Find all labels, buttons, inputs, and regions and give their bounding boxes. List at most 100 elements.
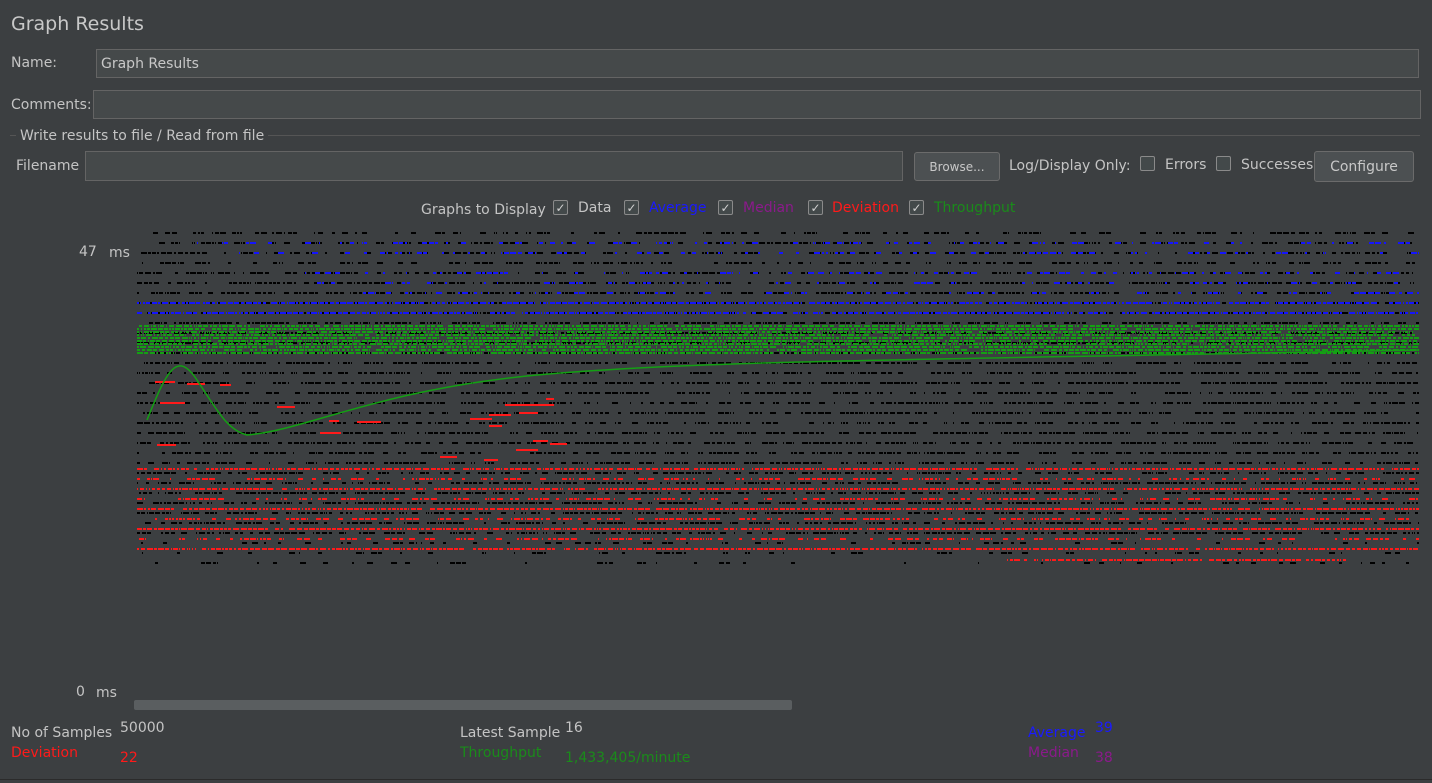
deviation-row — [137, 488, 1419, 490]
log-display-label: Log/Display Only: — [1009, 158, 1131, 174]
throughput-row — [137, 340, 1417, 342]
median-checkbox[interactable]: ✓ — [718, 200, 733, 215]
name-label: Name: — [11, 55, 58, 71]
comments-label: Comments: — [11, 97, 92, 113]
data-row — [137, 472, 1419, 474]
throughput-stat-label: Throughput — [460, 745, 542, 761]
deviation-mark — [546, 398, 554, 400]
check-icon: ✓ — [626, 200, 637, 215]
y-min-unit: ms — [96, 685, 117, 701]
deviation-row — [137, 468, 1419, 470]
data-row — [137, 392, 1419, 394]
average-checkbox[interactable]: ✓ — [624, 200, 639, 215]
bottom-border — [0, 779, 1432, 780]
deviation-mark — [550, 443, 567, 445]
successes-label: Successes — [1241, 157, 1314, 173]
data-option-label: Data — [578, 200, 612, 216]
throughput-row — [137, 334, 1415, 336]
successes-checkbox[interactable] — [1216, 156, 1231, 171]
configure-button[interactable]: Configure — [1314, 151, 1414, 182]
graph-scrollbar[interactable] — [134, 700, 792, 710]
median-stat-value: 38 — [1095, 750, 1113, 766]
y-max-unit: ms — [109, 245, 130, 261]
average-stat-value: 39 — [1095, 720, 1113, 736]
data-row — [137, 502, 1418, 504]
throughput-row — [137, 328, 1419, 330]
y-min-label: 0 — [76, 684, 85, 700]
browse-button[interactable]: Browse... — [914, 152, 1000, 181]
data-row — [137, 462, 1418, 464]
data-row — [142, 552, 1400, 554]
deviation-mark — [470, 418, 492, 420]
data-row — [137, 512, 1418, 514]
throughput-row — [137, 349, 1419, 351]
deviation-mark — [329, 420, 339, 422]
median-option-label: Median — [743, 200, 794, 216]
deviation-mark — [157, 444, 176, 446]
data-row — [153, 232, 1414, 234]
y-max-label: 47 — [79, 244, 97, 260]
samples-value: 50000 — [120, 720, 165, 736]
graphs-to-display-label: Graphs to Display — [421, 202, 546, 218]
average-row — [317, 282, 1398, 284]
data-row — [142, 262, 1415, 264]
errors-checkbox[interactable] — [1140, 156, 1155, 171]
latest-sample-value: 16 — [565, 720, 583, 736]
data-row — [137, 532, 1419, 534]
throughput-stat-value: 1,433,405/minute — [565, 750, 691, 766]
check-icon: ✓ — [810, 200, 821, 215]
deviation-mark — [489, 414, 511, 416]
deviation-mark — [533, 440, 548, 442]
errors-label: Errors — [1165, 157, 1207, 173]
data-row — [137, 452, 1418, 454]
file-group-label: Write results to file / Read from file — [16, 128, 269, 144]
data-row — [155, 562, 1409, 564]
deviation-mark — [320, 432, 341, 434]
throughput-option-label: Throughput — [934, 200, 1016, 216]
data-row — [137, 372, 1418, 374]
average-option-label: Average — [649, 200, 707, 216]
data-row — [137, 402, 1419, 404]
filename-field[interactable] — [85, 151, 903, 181]
window-title: Graph Results — [11, 13, 144, 35]
data-checkbox[interactable]: ✓ — [553, 200, 568, 215]
throughput-row — [139, 325, 1419, 327]
data-row — [141, 542, 1419, 544]
data-row — [137, 292, 1413, 294]
name-field[interactable] — [96, 49, 1419, 78]
throughput-row — [137, 346, 1418, 348]
deviation-mark — [440, 456, 457, 458]
data-row — [137, 482, 1417, 484]
deviation-mark — [531, 404, 554, 406]
deviation-mark — [489, 425, 502, 427]
comments-field[interactable] — [93, 90, 1421, 119]
filename-label: Filename — [16, 158, 80, 174]
throughput-row — [137, 343, 1419, 345]
data-row — [145, 522, 1419, 524]
throughput-checkbox[interactable]: ✓ — [909, 200, 924, 215]
deviation-mark — [357, 421, 381, 423]
deviation-option-label: Deviation — [832, 200, 899, 216]
deviation-stat-value: 22 — [120, 750, 138, 766]
deviation-mark — [220, 384, 231, 386]
deviation-mark — [277, 406, 295, 408]
deviation-mark — [505, 404, 523, 406]
deviation-mark — [519, 412, 538, 414]
data-row — [149, 382, 1418, 384]
data-row — [137, 442, 1413, 444]
data-row — [137, 422, 1419, 424]
deviation-mark — [516, 449, 538, 451]
deviation-mark — [484, 459, 498, 461]
data-row — [139, 492, 1419, 494]
median-stat-label: Median — [1028, 745, 1079, 761]
deviation-row — [137, 548, 1418, 550]
deviation-row — [139, 538, 1419, 540]
data-row — [149, 322, 1419, 324]
deviation-mark — [160, 402, 185, 404]
check-icon: ✓ — [555, 200, 566, 215]
deviation-stat-label: Deviation — [11, 745, 78, 761]
average-stat-label: Average — [1028, 725, 1086, 741]
throughput-row — [137, 337, 1419, 339]
deviation-checkbox[interactable]: ✓ — [808, 200, 823, 215]
deviation-mark — [155, 381, 175, 383]
